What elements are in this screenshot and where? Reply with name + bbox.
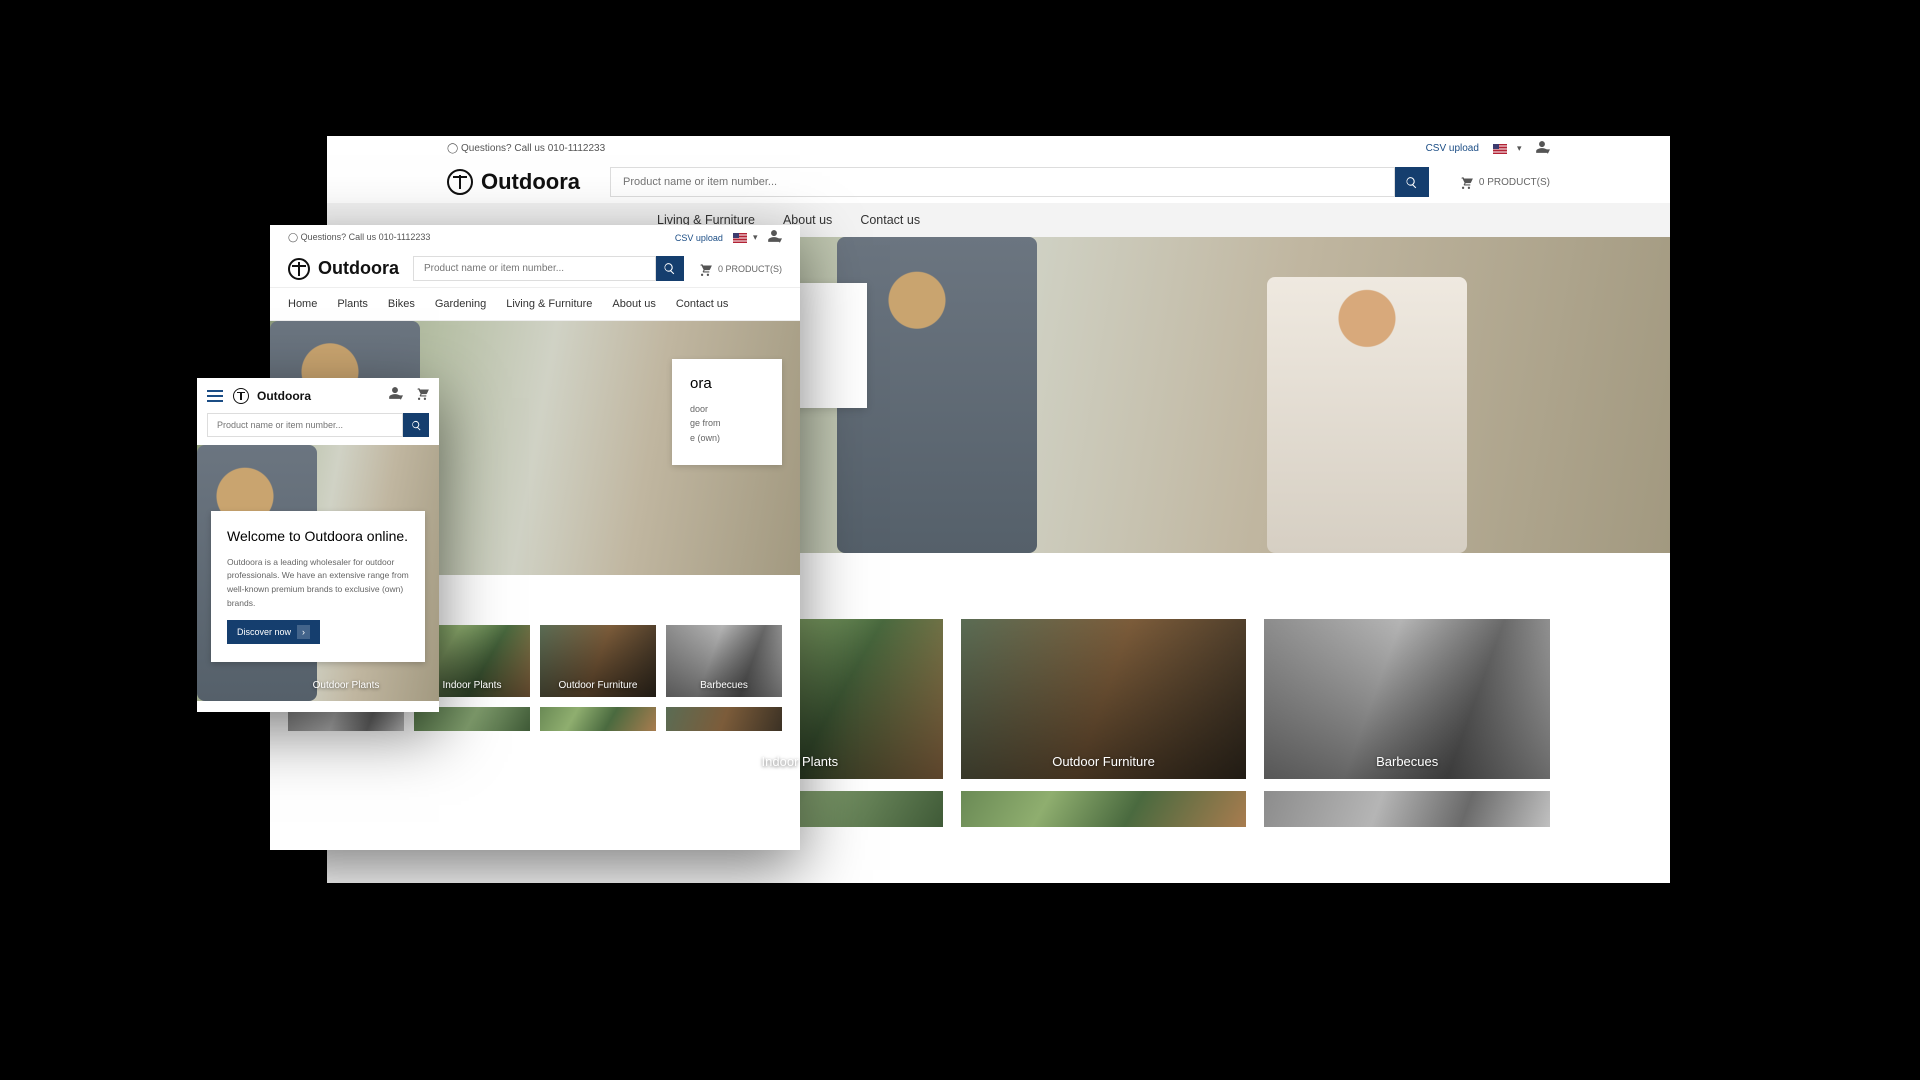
category-label: Indoor Plants (762, 754, 839, 769)
cart-count-label: 0 PRODUCT(S) (718, 264, 782, 274)
chevron-down-icon: ▾ (1517, 143, 1522, 154)
logo-icon (288, 258, 310, 280)
us-flag-icon[interactable] (1493, 144, 1507, 154)
search-form (610, 167, 1429, 197)
category-tile[interactable] (666, 707, 782, 731)
questions-label: Questions? Call us 010-1112233 (461, 143, 605, 154)
brand-logo[interactable]: Outdoora (447, 169, 580, 195)
discover-now-button[interactable]: Discover now › (227, 620, 320, 644)
help-icon: ◯ (447, 143, 458, 154)
nav-contact[interactable]: Contact us (676, 298, 729, 310)
hero-body: Outdoora is a leading wholesaler for out… (227, 556, 409, 610)
category-label: Barbecues (1376, 754, 1438, 769)
cart-button[interactable] (415, 386, 429, 405)
search-form (413, 256, 684, 281)
questions-text: ◯ Questions? Call us 010-1112233 (447, 143, 605, 154)
search-icon (663, 262, 676, 275)
hero-body: door ge from e (own) (690, 402, 764, 445)
categories-title: Our top categories. (197, 701, 439, 712)
category-tile[interactable] (1264, 791, 1550, 827)
nav-gardening[interactable]: Gardening (435, 298, 486, 310)
questions-text: ◯ Questions? Call us 010-1112233 (288, 232, 430, 243)
nav-bikes[interactable]: Bikes (388, 298, 415, 310)
brand-logo[interactable]: Outdoora (288, 258, 399, 280)
primary-nav: Home Plants Bikes Gardening Living & Fur… (270, 287, 800, 321)
user-menu[interactable]: ▾ (388, 386, 403, 405)
brand-name: Outdoora (257, 389, 311, 403)
user-menu[interactable]: ▾ (767, 229, 782, 246)
topbar: ◯ Questions? Call us 010-1112233 CSV upl… (270, 225, 800, 250)
us-flag-icon[interactable] (733, 233, 747, 243)
hamburger-icon (207, 390, 223, 392)
nav-living-furniture[interactable]: Living & Furniture (506, 298, 592, 310)
brand-name: Outdoora (481, 169, 580, 195)
csv-upload-link[interactable]: CSV upload (1426, 143, 1479, 154)
cart-icon (698, 262, 712, 276)
user-menu[interactable]: ▾ (1535, 140, 1550, 157)
cart-button[interactable]: 0 PRODUCT(S) (698, 262, 782, 276)
cart-icon (1459, 175, 1473, 189)
search-button[interactable] (656, 256, 684, 281)
header-row: Outdoora 0 PRODUCT(S) (270, 250, 800, 287)
cart-button[interactable]: 0 PRODUCT(S) (1459, 175, 1550, 189)
hero-card: ora door ge from e (own) (672, 359, 782, 465)
cart-icon (415, 386, 429, 400)
search-button[interactable] (403, 413, 429, 437)
nav-plants[interactable]: Plants (337, 298, 368, 310)
chevron-down-icon: ▾ (753, 232, 758, 243)
category-outdoor-furniture[interactable]: Outdoor Furniture (961, 619, 1247, 779)
logo-icon (447, 169, 473, 195)
category-barbecues[interactable]: Barbecues (666, 625, 782, 697)
drop-shadow (400, 880, 1580, 960)
category-outdoor-furniture[interactable]: Outdoor Furniture (540, 625, 656, 697)
category-barbecues[interactable]: Barbecues (1264, 619, 1550, 779)
brand-logo[interactable]: Outdoora (233, 388, 311, 404)
arrow-right-icon: › (297, 625, 310, 639)
chevron-down-icon: ▾ (1545, 146, 1550, 156)
search-icon (411, 420, 422, 431)
header-row: Outdoora 0 PRODUCT(S) (327, 161, 1670, 203)
hero-title: ora (690, 375, 764, 392)
category-label: Outdoor Furniture (559, 680, 638, 691)
hero-title: Welcome to Outdoora online. (227, 527, 409, 546)
hamburger-button[interactable] (207, 390, 223, 402)
hero-figure-1 (837, 237, 1037, 553)
topbar: ◯ Questions? Call us 010-1112233 CSV upl… (327, 136, 1670, 161)
mobile-preview: Outdoora ▾ Welcome to Outdoora online. O… (197, 378, 439, 712)
category-label: Outdoor Furniture (1052, 754, 1155, 769)
chevron-down-icon: ▾ (777, 235, 782, 245)
nav-about[interactable]: About us (612, 298, 655, 310)
hero-figure-2 (1267, 277, 1467, 553)
brand-name: Outdoora (318, 258, 399, 279)
search-input[interactable] (413, 256, 656, 281)
logo-icon (233, 388, 249, 404)
nav-home[interactable]: Home (288, 298, 317, 310)
mobile-header: Outdoora ▾ (197, 378, 439, 413)
hero-banner: Welcome to Outdoora online. Outdoora is … (197, 445, 439, 701)
help-icon: ◯ (288, 232, 298, 242)
chevron-down-icon: ▾ (398, 392, 403, 402)
category-label: Indoor Plants (443, 680, 502, 691)
category-tile[interactable] (961, 791, 1247, 827)
cta-label: Discover now (237, 627, 291, 637)
category-tile[interactable] (540, 707, 656, 731)
category-label: Outdoor Plants (313, 680, 380, 691)
nav-contact[interactable]: Contact us (860, 213, 920, 227)
cart-count-label: 0 PRODUCT(S) (1479, 177, 1550, 188)
hero-card: Welcome to Outdoora online. Outdoora is … (211, 511, 425, 662)
search-icon (1405, 176, 1418, 189)
search-button[interactable] (1395, 167, 1429, 197)
search-form (207, 413, 429, 437)
search-input[interactable] (207, 413, 403, 437)
csv-upload-link[interactable]: CSV upload (675, 233, 723, 243)
category-label: Barbecues (700, 680, 748, 691)
search-input[interactable] (610, 167, 1395, 197)
